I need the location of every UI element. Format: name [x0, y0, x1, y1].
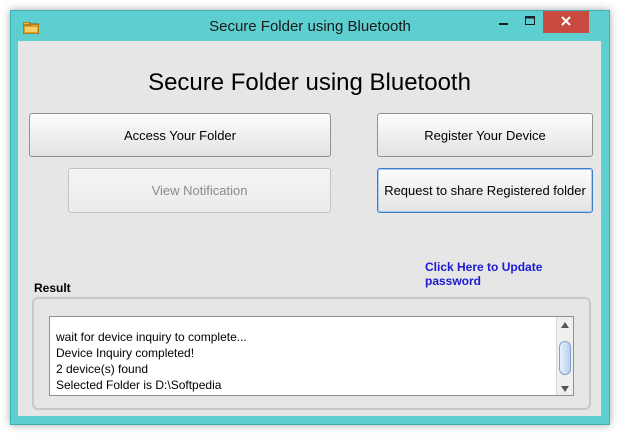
- update-password-link[interactable]: Click Here to Update password: [425, 260, 601, 288]
- log-line: Selected Folder is D:\Softpedia: [56, 378, 222, 392]
- close-icon: [561, 13, 571, 31]
- scroll-down-icon: [561, 379, 569, 397]
- log-line: 2 device(s) found: [56, 362, 149, 376]
- scroll-up-icon: [561, 315, 569, 333]
- scroll-thumb[interactable]: [559, 341, 571, 375]
- register-device-button[interactable]: Register Your Device: [377, 113, 593, 157]
- request-share-button[interactable]: Request to share Registered folder: [377, 168, 593, 213]
- title-bar[interactable]: Secure Folder using Bluetooth: [11, 11, 609, 43]
- page-title: Secure Folder using Bluetooth: [148, 69, 471, 96]
- log-line: wait for device inquiry to complete...: [56, 330, 247, 344]
- maximize-icon: [525, 13, 535, 31]
- maximize-button[interactable]: [517, 11, 543, 33]
- log-lines: wait for device inquiry to complete... D…: [56, 329, 247, 393]
- access-folder-button[interactable]: Access Your Folder: [29, 113, 331, 157]
- view-notification-button[interactable]: View Notification: [68, 168, 331, 213]
- scroll-up-button[interactable]: [557, 317, 573, 331]
- log-scrollbar[interactable]: [556, 317, 573, 395]
- minimize-button[interactable]: [491, 11, 517, 33]
- app-window: Secure Folder using Bluetooth Secure Fol…: [10, 10, 610, 425]
- result-label: Result: [34, 281, 71, 295]
- log-line: Device Inquiry completed!: [56, 346, 195, 360]
- close-button[interactable]: [543, 11, 589, 33]
- minimize-icon: [499, 13, 509, 31]
- result-log[interactable]: wait for device inquiry to complete... D…: [49, 316, 574, 396]
- client-area: Secure Folder using Bluetooth Access You…: [18, 41, 601, 416]
- scroll-down-button[interactable]: [557, 381, 573, 395]
